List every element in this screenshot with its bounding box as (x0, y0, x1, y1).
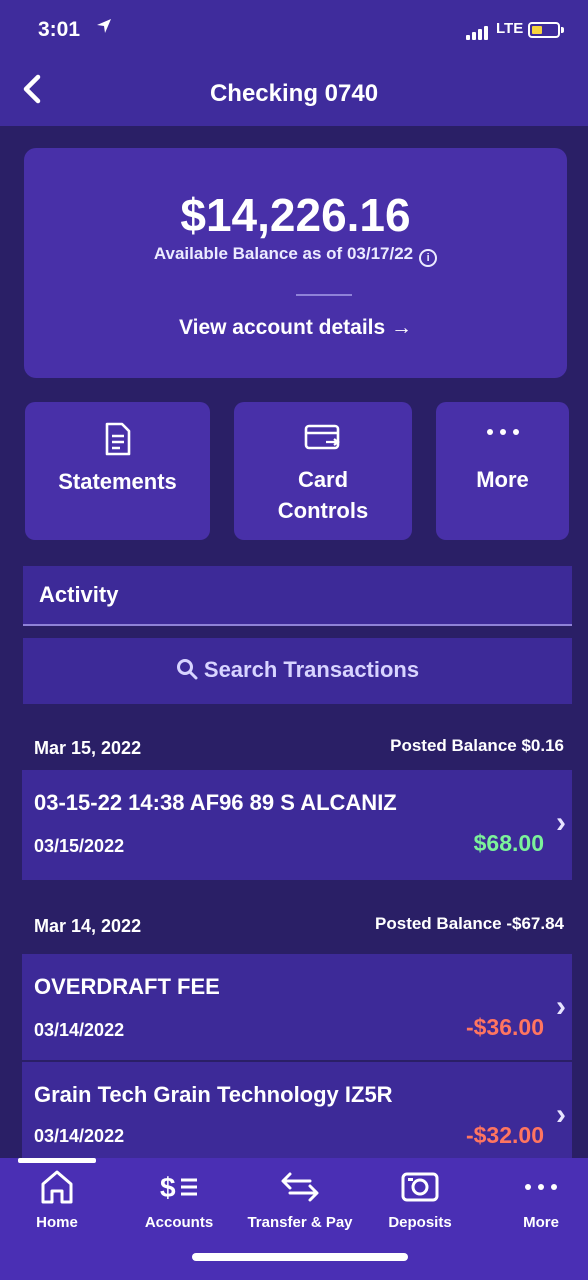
activity-title: Activity (39, 582, 119, 607)
app-header: Checking 0740 (0, 62, 588, 126)
battery-icon (528, 22, 560, 38)
transaction-amount: $68.00 (473, 830, 544, 856)
transaction-date: 03/14/2022 (34, 1126, 125, 1146)
camera-deposit-icon (360, 1168, 480, 1206)
posted-balance: Posted Balance -$67.84 (375, 914, 564, 933)
status-bar: 3:01 LTE (0, 0, 588, 62)
more-actions-label: More (476, 467, 529, 492)
status-time: 3:01 (38, 18, 81, 41)
transaction-row[interactable]: 03-15-22 14:38 AF96 89 S ALCANIZ 03/15/2… (22, 770, 572, 880)
home-icon (0, 1168, 117, 1206)
accounts-icon: $ (119, 1168, 239, 1206)
nav-deposits[interactable]: Deposits (360, 1168, 480, 1231)
transaction-description: OVERDRAFT FEE (34, 974, 220, 999)
chevron-right-icon: › (556, 990, 566, 1023)
nav-accounts[interactable]: $ Accounts (119, 1168, 239, 1231)
dots-icon (481, 1168, 588, 1206)
page-title: Checking 0740 (209, 80, 379, 107)
nav-accounts-label: Accounts (144, 1214, 214, 1231)
transaction-row[interactable]: OVERDRAFT FEE 03/14/2022 -$36.00 › (22, 954, 572, 1060)
view-account-details-link[interactable]: View account details → (24, 316, 567, 340)
nav-transfer-pay-label: Transfer & Pay (247, 1214, 353, 1231)
search-icon (176, 659, 198, 680)
card-controls-line2: Controls (277, 498, 369, 523)
chevron-right-icon: › (556, 1098, 566, 1131)
info-icon[interactable]: i (419, 249, 438, 267)
search-placeholder: Search Transactions (203, 657, 420, 682)
nav-home[interactable]: Home (0, 1168, 117, 1231)
transfer-arrows-icon (240, 1168, 360, 1206)
balance-caption-text: Available Balance as of 03/17/22 (153, 244, 414, 263)
card-controls-line1: Card (297, 467, 349, 492)
chevron-right-icon: › (556, 806, 566, 839)
card-icon (234, 422, 412, 456)
network-type: LTE (496, 20, 524, 37)
search-transactions-field[interactable]: Search Transactions (23, 657, 572, 683)
bottom-nav: Home $ Accounts Transfer & Pay Deposits … (0, 1158, 588, 1280)
transaction-date: 03/14/2022 (34, 1020, 125, 1040)
transaction-description: 03-15-22 14:38 AF96 89 S ALCANIZ (34, 790, 397, 815)
posted-balance: Posted Balance $0.16 (390, 736, 564, 755)
nav-more[interactable]: More (481, 1168, 588, 1231)
statements-label: Statements (58, 469, 177, 494)
nav-more-label: More (523, 1214, 559, 1231)
dots-icon (436, 422, 569, 456)
home-indicator (192, 1253, 408, 1261)
location-arrow-icon (96, 18, 112, 39)
more-actions-button[interactable]: More (436, 402, 569, 540)
battery-tip (561, 27, 564, 33)
group-date: Mar 15, 2022 (34, 738, 142, 758)
date-group-header: Mar 14, 2022 Posted Balance -$67.84 (22, 904, 572, 950)
transaction-row[interactable]: Grain Tech Grain Technology IZ5R 03/14/2… (22, 1062, 572, 1158)
statements-button[interactable]: Statements (25, 402, 210, 540)
nav-deposits-label: Deposits (388, 1214, 452, 1231)
transaction-amount: -$32.00 (465, 1122, 544, 1148)
svg-text:$: $ (160, 1172, 176, 1203)
balance-card: $14,226.16 Available Balance as of 03/17… (24, 148, 567, 378)
group-date: Mar 14, 2022 (34, 916, 142, 936)
transaction-description: Grain Tech Grain Technology IZ5R (34, 1082, 393, 1107)
active-tab-indicator (18, 1158, 96, 1163)
transaction-date: 03/15/2022 (34, 836, 125, 856)
card-controls-label: Card Controls (234, 464, 412, 526)
nav-transfer-pay[interactable]: Transfer & Pay (240, 1168, 360, 1231)
card-controls-button[interactable]: Card Controls (234, 402, 412, 540)
transaction-amount: -$36.00 (465, 1014, 544, 1040)
search-transactions-bar[interactable]: Search Transactions (23, 638, 572, 704)
document-icon (25, 422, 210, 456)
date-group-header: Mar 15, 2022 Posted Balance $0.16 (22, 726, 572, 772)
nav-home-label: Home (36, 1214, 78, 1231)
divider (296, 294, 352, 296)
signal-bars-icon (466, 26, 488, 40)
available-balance-amount: $14,226.16 (180, 189, 411, 241)
balance-caption: Available Balance as of 03/17/22 i (24, 244, 567, 267)
activity-header: Activity (23, 566, 572, 626)
